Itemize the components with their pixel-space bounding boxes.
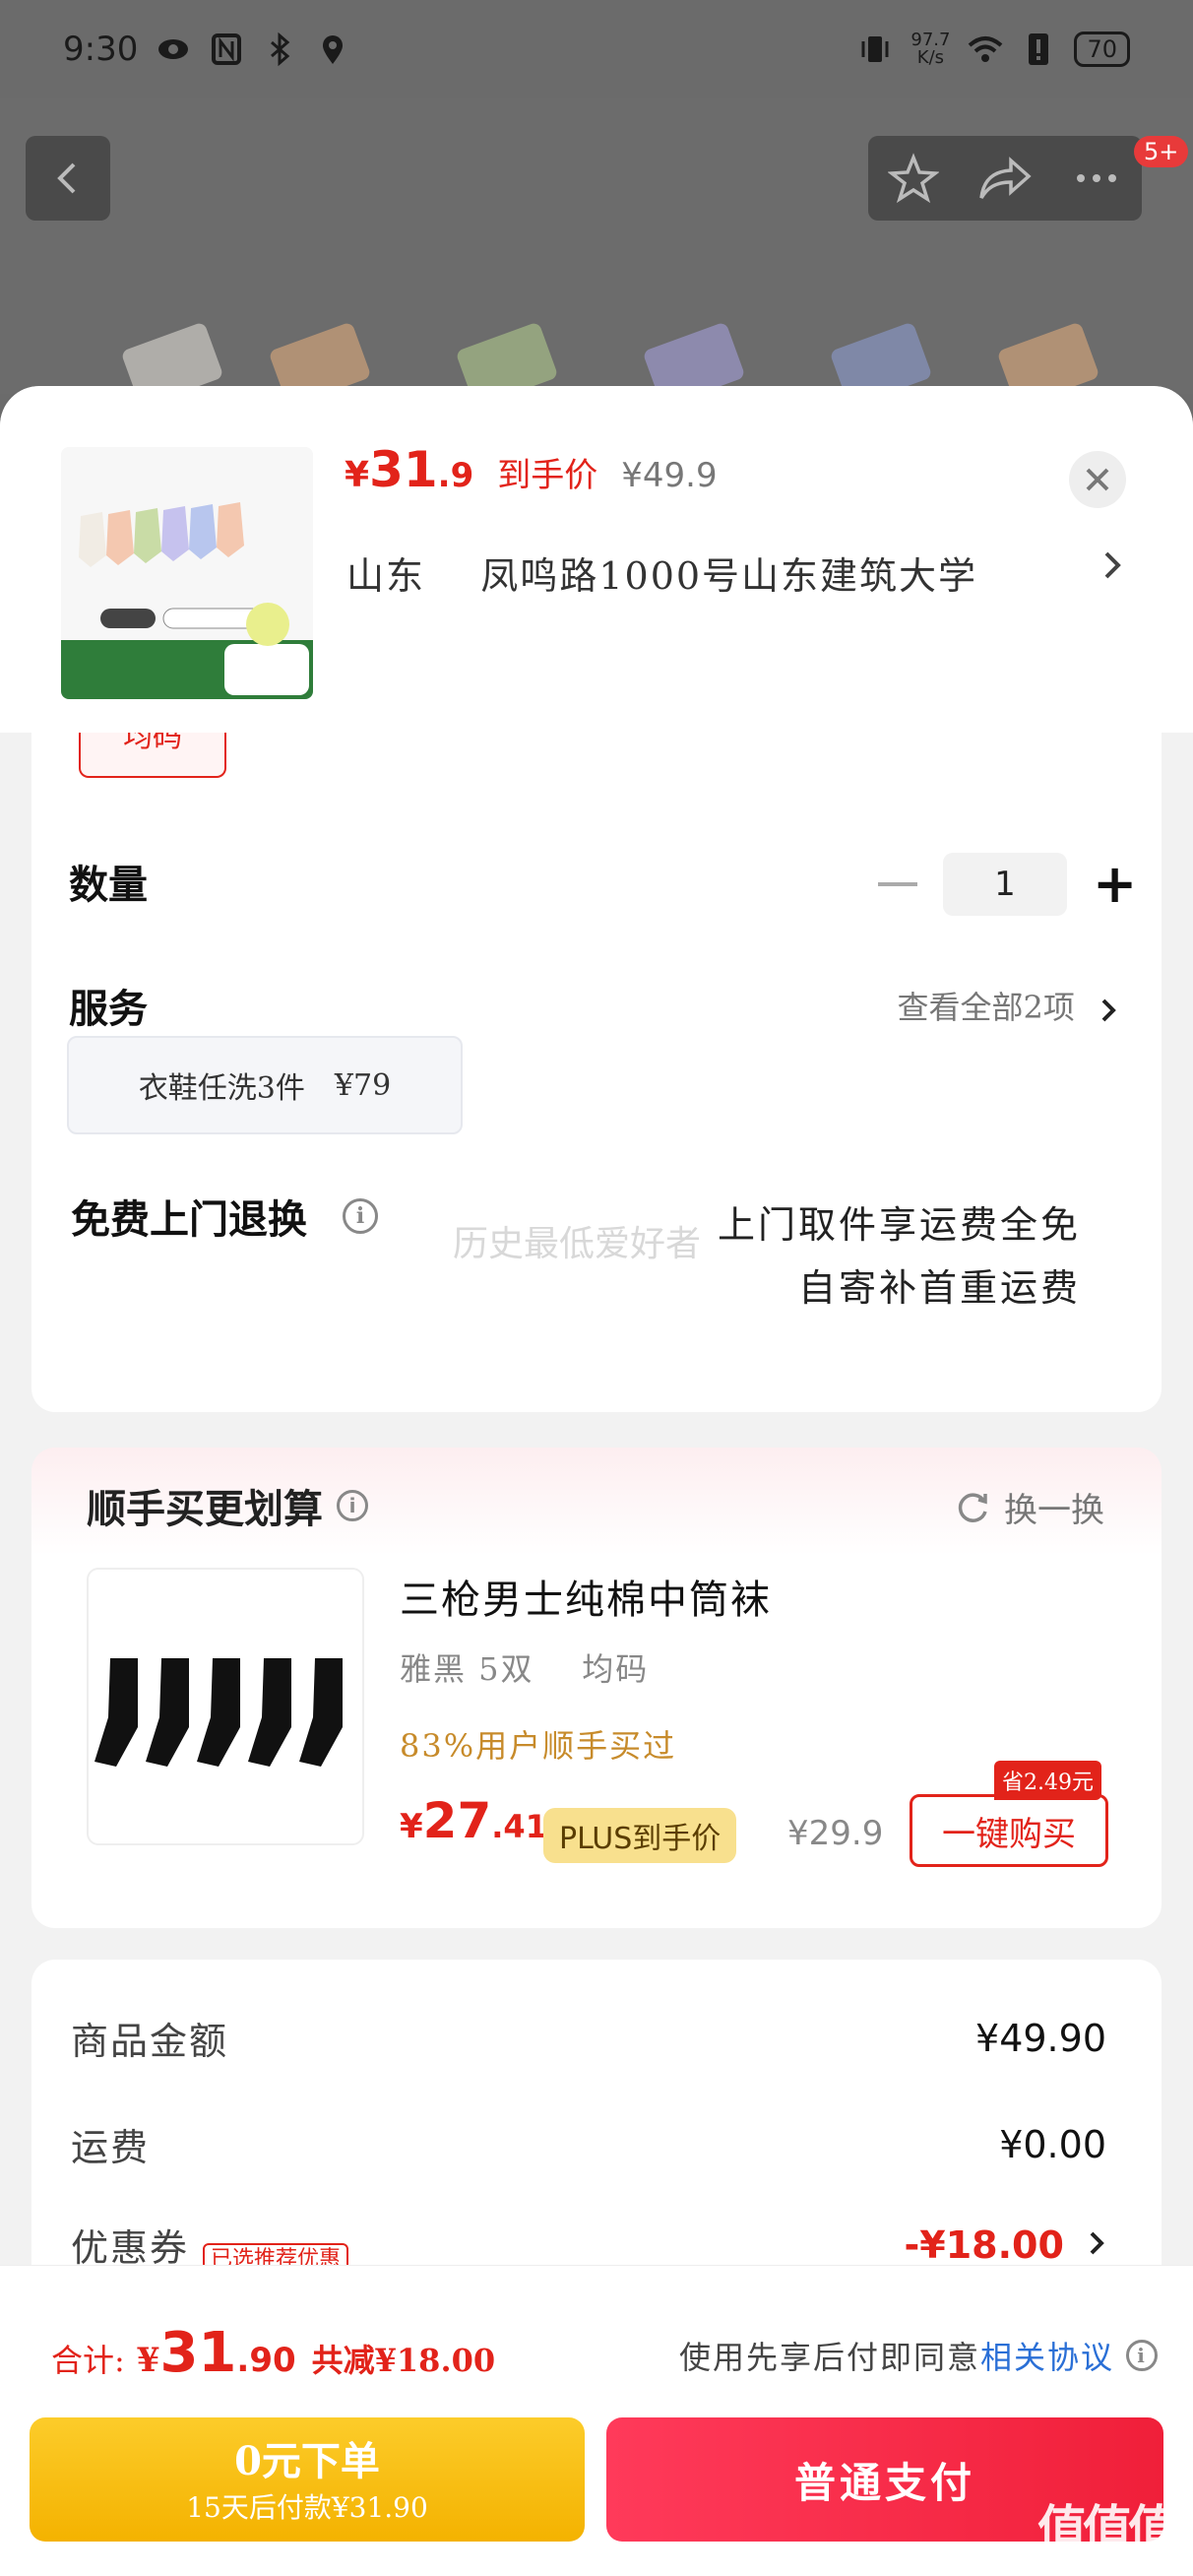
back-button[interactable] — [26, 136, 110, 221]
site-watermark: 值值值 zhizhizhi.com — [1037, 2489, 1177, 2576]
service-option-price: ¥79 — [334, 1067, 392, 1103]
status-time: 9:30 — [63, 30, 139, 69]
final-price-tag: 到手价 — [497, 456, 598, 495]
close-button[interactable] — [1069, 451, 1126, 508]
summary-row-goods: 商品金额 ¥49.90 — [71, 2016, 1106, 2064]
quantity-label: 数量 — [69, 862, 148, 908]
purchase-sheet: ¥31.9 到手价 ¥49.9 山东 凤鸣路1000号山东建筑大学 均码 数量 … — [0, 386, 1193, 2576]
info-icon[interactable]: i — [343, 1198, 378, 1234]
free-return-label: 免费上门退换 — [71, 1196, 307, 1243]
chevron-left-icon — [57, 162, 76, 194]
refresh-icon — [958, 1492, 987, 1522]
add-on-title: 顺手买更划算 i — [87, 1477, 368, 1534]
swap-button[interactable]: 换一换 — [953, 1483, 1104, 1531]
one-click-buy-button[interactable]: 一键购买 — [910, 1794, 1108, 1867]
original-price: ¥49.9 — [621, 456, 718, 495]
share-icon[interactable] — [977, 153, 1033, 204]
increase-button[interactable]: + — [1093, 858, 1137, 911]
quantity-stepper: 1 + — [878, 853, 1137, 916]
chevron-right-icon — [1090, 2231, 1104, 2255]
return-policy-text: 上门取件享运费全免 自寄补首重运费 — [717, 1203, 1081, 1310]
network-speed: 97.7 K/s — [910, 30, 951, 68]
spec-card: 均码 数量 1 + 服务 查看全部2项 衣鞋任洗3件 ¥79 免费上门退换 i … — [31, 733, 1162, 1412]
service-option-name: 衣鞋任洗3件 — [138, 1071, 305, 1106]
total-price: 合计: ¥ 31 .90 共减¥18.00 — [51, 2321, 496, 2385]
brand-domain: zhizhizhi.com — [1045, 2560, 1165, 2576]
product-thumbnail[interactable] — [61, 447, 313, 699]
location-icon — [323, 35, 344, 64]
chevron-right-icon — [1101, 998, 1116, 1021]
social-proof-text: 83%用户顺手买过 — [400, 1727, 677, 1765]
notification-badge: 5+ — [1134, 136, 1189, 167]
sheet-header: ¥31.9 到手价 ¥49.9 山东 凤鸣路1000号山东建筑大学 — [0, 386, 1193, 733]
product-price: ¥31.9 — [345, 441, 474, 498]
wifi-icon — [969, 36, 1003, 62]
pay-later-button[interactable]: 0元下单 15天后付款¥31.90 — [30, 2417, 585, 2542]
battery-indicator: 70 — [1074, 32, 1130, 67]
add-on-product-name[interactable]: 三枪男士纯棉中筒袜 — [400, 1568, 772, 1625]
plus-price-tag: PLUS到手价 — [543, 1808, 737, 1863]
more-icon[interactable] — [1071, 153, 1122, 204]
vibrate-icon — [861, 36, 889, 62]
service-option[interactable]: 衣鞋任洗3件 ¥79 — [67, 1036, 463, 1134]
savings-tag: 省2.49元 — [994, 1761, 1101, 1800]
add-on-product-image[interactable] — [87, 1568, 364, 1845]
quantity-input[interactable]: 1 — [943, 853, 1067, 916]
status-bar: 9:30 97.7 K/s 70 — [0, 0, 1193, 98]
eye-icon — [158, 39, 189, 59]
service-label: 服务 — [69, 986, 148, 1032]
address-detail: 凤鸣路1000号山东建筑大学 — [480, 554, 978, 598]
free-return-row: 免费上门退换 i — [71, 1188, 378, 1245]
decrease-button[interactable] — [878, 882, 917, 886]
agreement-link[interactable]: 相关协议 — [980, 2339, 1114, 2376]
brand-logo: 值值值 — [1037, 2500, 1177, 2557]
star-icon[interactable] — [887, 153, 939, 204]
alert-icon — [1029, 33, 1049, 65]
info-icon[interactable]: i — [337, 1490, 368, 1521]
delivery-address[interactable]: 山东 凤鸣路1000号山东建筑大学 — [346, 546, 1124, 600]
add-on-original-price: ¥29.9 — [787, 1814, 884, 1853]
summary-row-shipping: 运费 ¥0.00 — [71, 2122, 1106, 2170]
top-action-bar — [868, 136, 1142, 221]
checkout-bar: 合计: ¥ 31 .90 共减¥18.00 使用先享后付即同意相关协议 i 0元… — [0, 2265, 1193, 2576]
bluetooth-icon — [271, 32, 290, 67]
add-on-price: ¥27.41 — [400, 1792, 547, 1849]
address-region: 山东 — [346, 554, 426, 598]
socks-image — [94, 1658, 343, 1767]
nfc-icon — [212, 33, 242, 65]
watermark: 历史最低爱好者 — [453, 1224, 702, 1264]
total-discount: 共减¥18.00 — [311, 2342, 496, 2379]
info-icon[interactable]: i — [1126, 2340, 1158, 2371]
close-icon — [1086, 468, 1109, 491]
agreement-text: 使用先享后付即同意相关协议 i — [679, 2333, 1158, 2378]
add-on-card: 顺手买更划算 i 换一换 三枪男士纯棉中筒袜 雅黑 5双 均码 83%用户顺手买… — [31, 1448, 1162, 1928]
product-image — [61, 447, 313, 699]
chevron-right-icon — [1104, 551, 1121, 579]
view-all-services-link[interactable]: 查看全部2项 — [897, 983, 1118, 1028]
add-on-product-spec: 雅黑 5双 均码 — [400, 1650, 650, 1688]
size-option[interactable]: 均码 — [79, 733, 226, 778]
